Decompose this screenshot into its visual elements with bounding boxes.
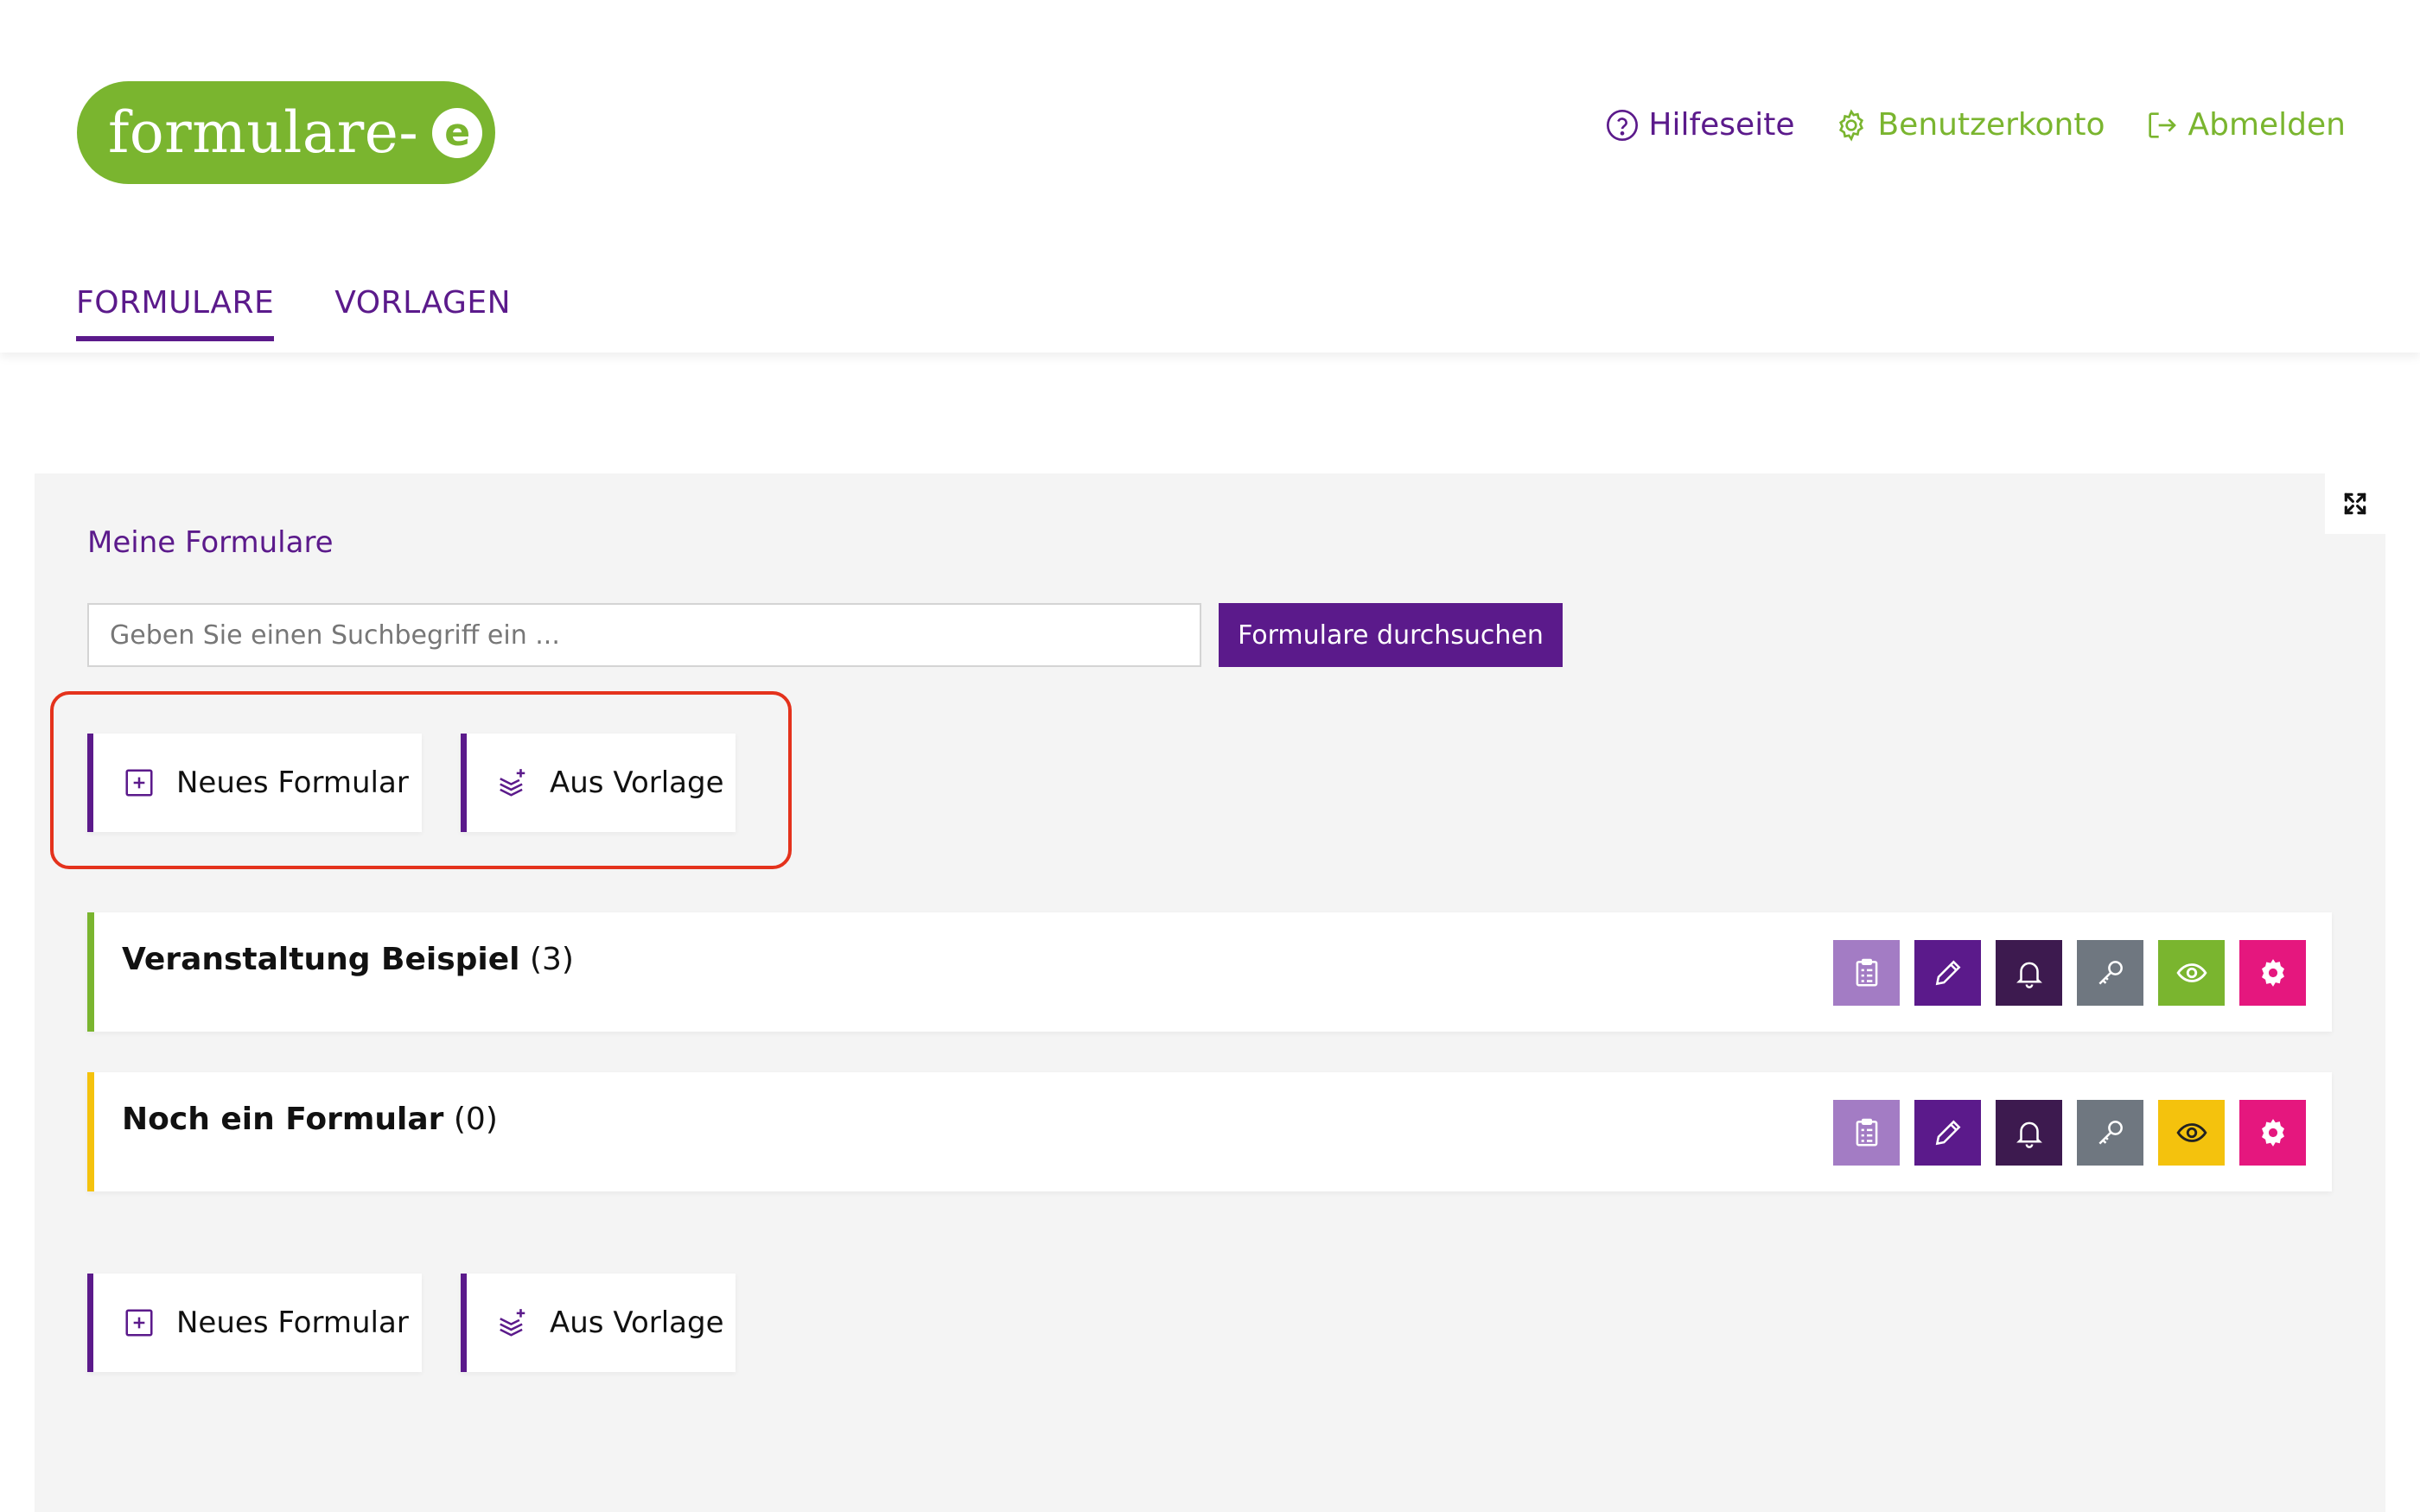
edit-button[interactable]: [1914, 940, 1981, 1006]
results-button[interactable]: [1833, 940, 1900, 1006]
edit-button[interactable]: [1914, 1100, 1981, 1166]
access-button[interactable]: [2077, 940, 2143, 1006]
form-title[interactable]: Noch ein Formular (0): [122, 1102, 498, 1137]
search-input[interactable]: [87, 603, 1201, 667]
eye-icon: [2176, 1123, 2207, 1142]
brand-name: formulare-: [108, 99, 419, 166]
layers-plus-icon: [500, 1309, 525, 1337]
settings-button[interactable]: [2239, 1100, 2306, 1166]
notifications-button[interactable]: [1996, 940, 2062, 1006]
tab-vorlagen[interactable]: VORLAGEN: [334, 285, 511, 341]
logout-link[interactable]: Abmelden: [2144, 107, 2346, 143]
help-link[interactable]: Hilfeseite: [1605, 107, 1794, 143]
new-form-label: Neues Formular: [176, 766, 409, 800]
main-tabs: FORMULARE VORLAGEN: [76, 285, 511, 341]
form-actions: [1833, 940, 2306, 1006]
gear-icon: [2261, 959, 2284, 987]
tab-formulare[interactable]: FORMULARE: [76, 285, 275, 341]
form-title[interactable]: Veranstaltung Beispiel (3): [122, 942, 574, 977]
gear-icon: [2261, 1119, 2284, 1147]
pencil-icon: [1935, 1120, 1960, 1146]
gear-icon: [1839, 108, 1864, 142]
expand-icon: [2344, 492, 2366, 515]
settings-button[interactable]: [2239, 940, 2306, 1006]
bell-icon: [2016, 1121, 2042, 1148]
logout-icon: [2149, 111, 2177, 138]
panel-title: Meine Formulare: [87, 525, 334, 560]
eye-icon: [2176, 963, 2207, 982]
key-icon: [2098, 961, 2123, 985]
brand-logo[interactable]: formulare- e: [77, 81, 495, 184]
account-link-label: Benutzerkonto: [1877, 107, 2105, 143]
new-form-button[interactable]: Neues Formular: [87, 1274, 422, 1372]
form-row[interactable]: Veranstaltung Beispiel (3): [87, 912, 2332, 1032]
clipboard-icon: [1856, 1118, 1877, 1147]
from-template-label: Aus Vorlage: [550, 766, 724, 800]
results-button[interactable]: [1833, 1100, 1900, 1166]
access-button[interactable]: [2077, 1100, 2143, 1166]
form-count: (0): [453, 1102, 498, 1137]
help-link-label: Hilfeseite: [1648, 107, 1795, 143]
key-icon: [2098, 1121, 2123, 1145]
bell-icon: [2016, 962, 2042, 988]
preview-button[interactable]: [2158, 940, 2225, 1006]
clipboard-icon: [1856, 958, 1877, 987]
forms-panel: Meine Formulare Formulare durchsuchen Ne…: [35, 473, 2385, 1512]
from-template-button[interactable]: Aus Vorlage: [461, 1274, 736, 1372]
form-name: Noch ein Formular: [122, 1102, 444, 1137]
brand-badge: e: [432, 107, 483, 158]
new-form-label: Neues Formular: [176, 1306, 409, 1340]
search-button[interactable]: Formulare durchsuchen: [1219, 603, 1563, 667]
from-template-label: Aus Vorlage: [550, 1306, 724, 1340]
question-circle-icon: [1607, 109, 1639, 141]
header: formulare- e Hilfeseite Benutzerkonto Ab…: [0, 0, 2420, 353]
form-actions: [1833, 1100, 2306, 1166]
form-row[interactable]: Noch ein Formular (0): [87, 1072, 2332, 1191]
expand-button[interactable]: [2325, 473, 2385, 534]
plus-square-icon: [125, 1309, 153, 1337]
logout-link-label: Abmelden: [2188, 107, 2346, 143]
top-navigation: Hilfeseite Benutzerkonto Abmelden: [1605, 107, 2346, 143]
preview-button[interactable]: [2158, 1100, 2225, 1166]
form-count: (3): [529, 942, 574, 977]
notifications-button[interactable]: [1996, 1100, 2062, 1166]
from-template-button[interactable]: Aus Vorlage: [461, 734, 736, 832]
plus-square-icon: [125, 769, 153, 797]
new-form-button[interactable]: Neues Formular: [87, 734, 422, 832]
form-name: Veranstaltung Beispiel: [122, 942, 520, 977]
layers-plus-icon: [500, 769, 525, 797]
pencil-icon: [1935, 960, 1960, 986]
account-link[interactable]: Benutzerkonto: [1834, 107, 2105, 143]
